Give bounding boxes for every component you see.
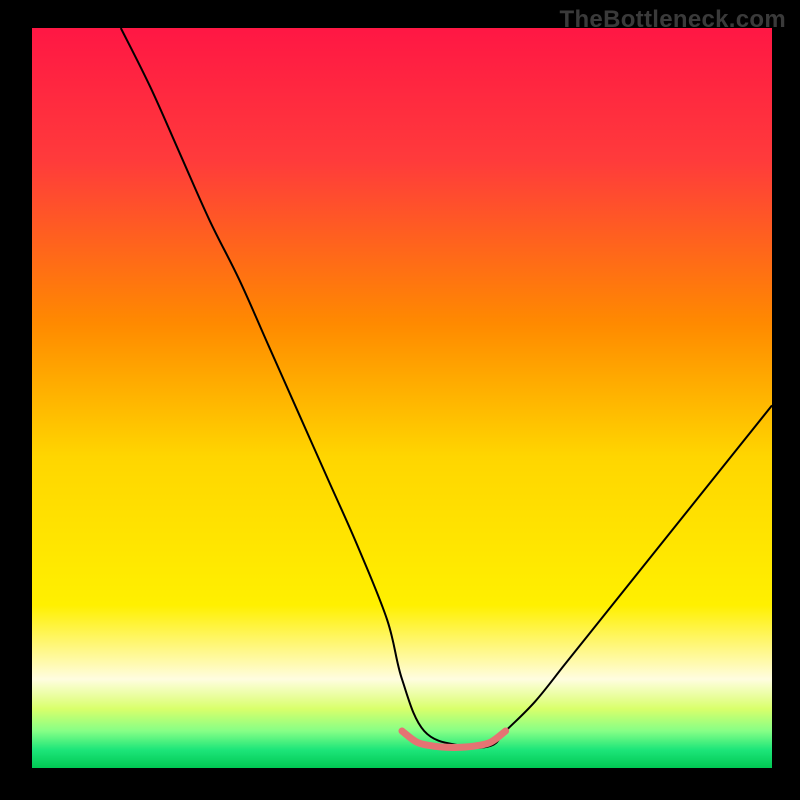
- chart-frame: TheBottleneck.com: [0, 0, 800, 800]
- gradient-background: [32, 28, 772, 768]
- watermark-text: TheBottleneck.com: [560, 6, 786, 34]
- chart-svg: [32, 28, 772, 768]
- plot-area: [32, 28, 772, 768]
